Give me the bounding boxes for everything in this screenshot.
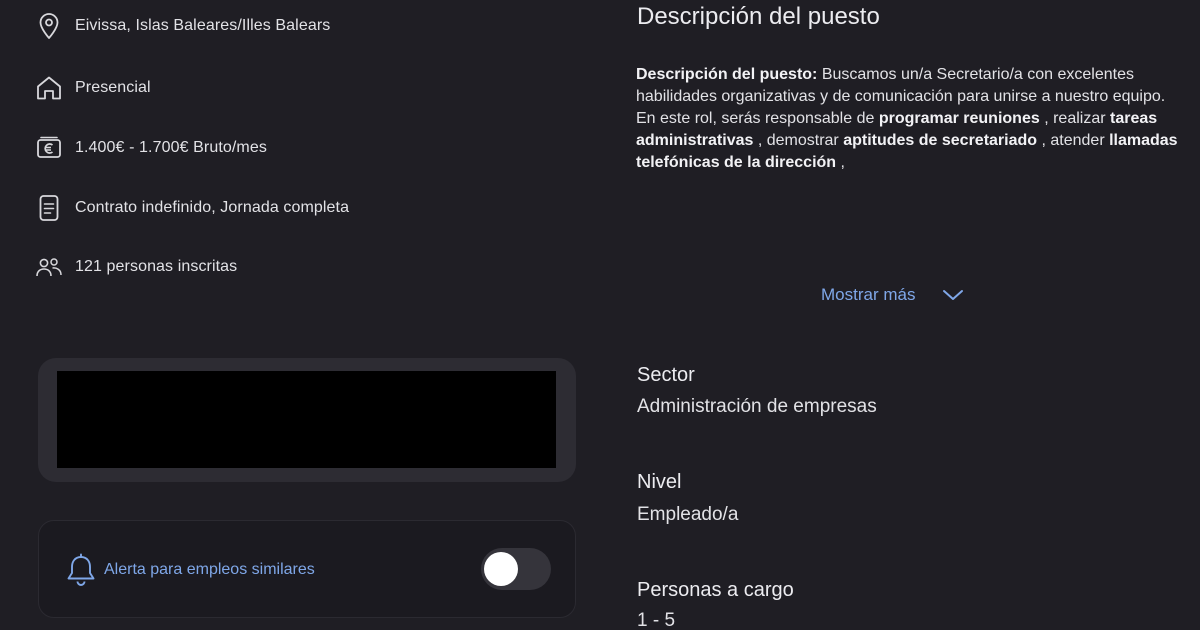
sector-value: Administración de empresas <box>637 396 877 417</box>
location-row: Eivissa, Islas Baleares/Illes Balears <box>34 10 330 42</box>
description-title: Descripción del puesto <box>637 3 880 30</box>
location-text: Eivissa, Islas Baleares/Illes Balears <box>75 17 331 34</box>
salary-text: 1.400€ - 1.700€ Bruto/mes <box>75 139 267 156</box>
description-bold-segment: programar reuniones <box>878 110 1040 127</box>
redacted-content <box>57 371 556 468</box>
description-segment: , atender <box>1037 132 1110 149</box>
sector-label: Sector <box>637 364 695 386</box>
workplace-text: Presencial <box>75 79 151 96</box>
description-segment: , demostrar <box>753 132 844 149</box>
salary-row: 1.400€ - 1.700€ Bruto/mes <box>34 132 267 164</box>
reports-value: 1 - 5 <box>637 610 676 630</box>
alert-toggle[interactable] <box>481 548 551 590</box>
chevron-down-icon <box>941 283 965 307</box>
job-offer-page: Eivissa, Islas Baleares/Illes Balears Pr… <box>0 0 1200 630</box>
description-bold-segment: Descripción del puesto: <box>636 66 818 83</box>
contract-row: Contrato indefinido, Jornada completa <box>34 192 349 224</box>
job-alert-card: Alerta para empleos similares <box>38 520 576 618</box>
description-segment: , <box>836 154 845 171</box>
toggle-knob <box>484 552 518 586</box>
description-text: Descripción del puesto: Buscamos un/a Se… <box>636 64 1181 174</box>
document-icon <box>34 193 64 223</box>
applicants-text: 121 personas inscritas <box>75 258 238 275</box>
alert-label: Alerta para empleos similares <box>104 561 315 578</box>
people-icon <box>34 252 64 282</box>
level-label: Nivel <box>637 471 682 493</box>
show-more-label: Mostrar más <box>821 285 916 304</box>
euro-banknote-icon <box>34 133 64 163</box>
bell-icon <box>65 553 97 587</box>
description-bold-segment: aptitudes de secretariado <box>843 132 1038 149</box>
description-segment: , realizar <box>1039 110 1110 127</box>
applicants-row: 121 personas inscritas <box>34 251 237 283</box>
home-icon <box>34 73 64 103</box>
company-card <box>38 358 576 482</box>
reports-label: Personas a cargo <box>637 579 794 601</box>
workplace-row: Presencial <box>34 72 151 104</box>
show-more-button[interactable]: Mostrar más <box>821 283 965 307</box>
location-pin-icon <box>34 11 64 41</box>
contract-text: Contrato indefinido, Jornada completa <box>75 199 350 216</box>
level-value: Empleado/a <box>637 504 739 525</box>
